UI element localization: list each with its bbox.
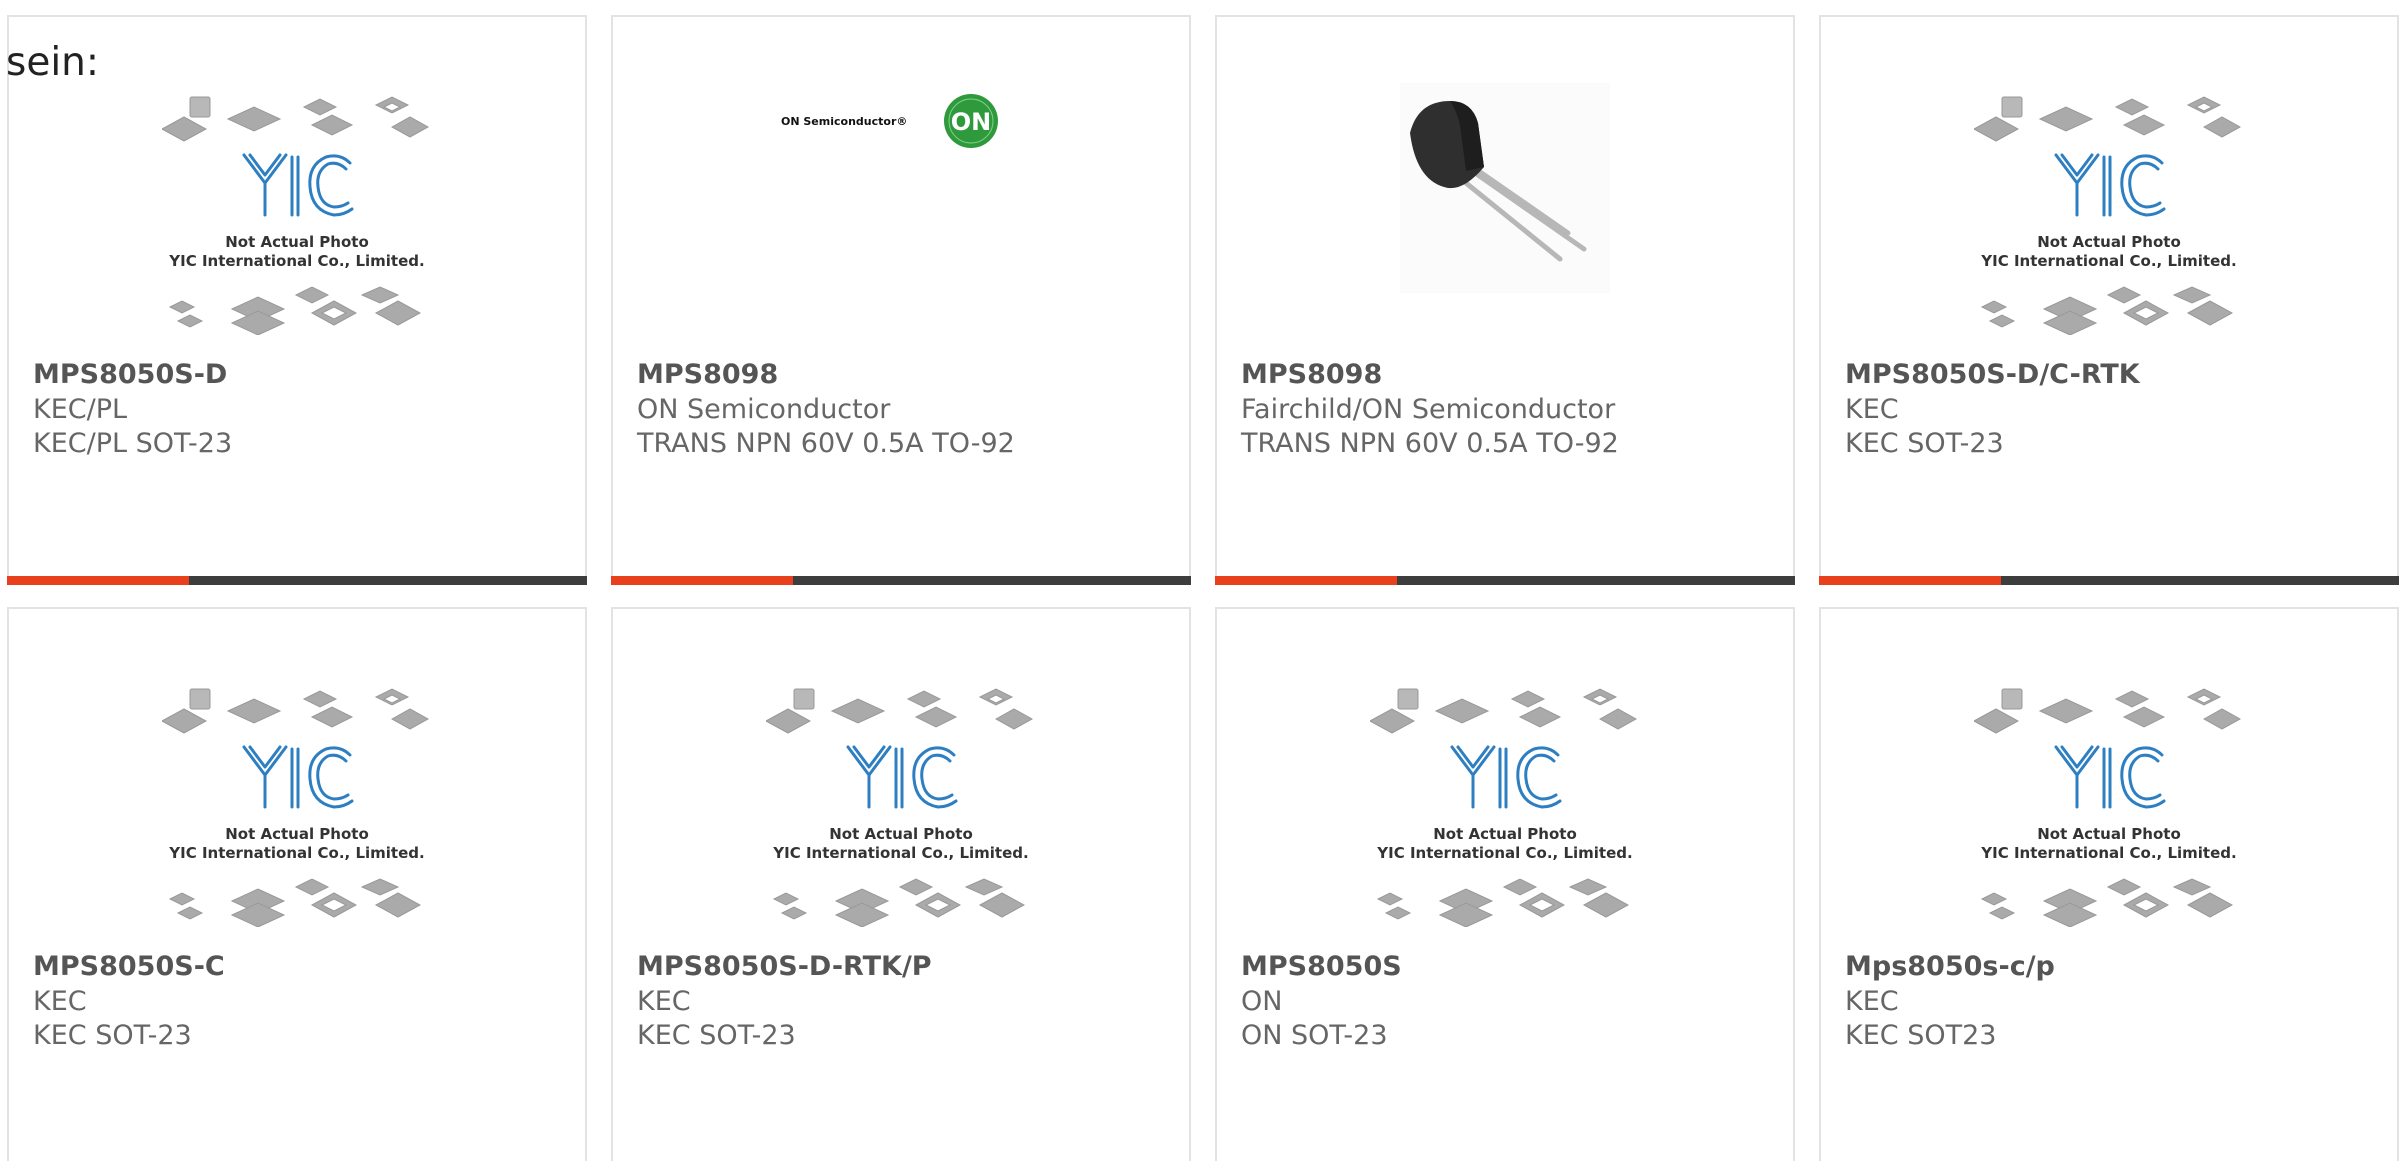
product-description: TRANS NPN 60V 0.5A TO-92 xyxy=(637,428,1015,459)
yic-placeholder-icon: Not Actual PhotoYIC International Co., L… xyxy=(162,96,430,335)
card-hover-bar-accent xyxy=(611,576,793,585)
product-part-number[interactable]: MPS8050S-D xyxy=(33,359,227,390)
product-part-number[interactable]: MPS8050S-C xyxy=(33,951,225,982)
placeholder-caption-line1: Not Actual Photo xyxy=(2037,825,2181,843)
product-description: KEC SOT-23 xyxy=(33,1020,192,1051)
placeholder-caption-line1: Not Actual Photo xyxy=(829,825,973,843)
product-manufacturer: ON xyxy=(1241,986,1283,1017)
placeholder-caption-line2: YIC International Co., Limited. xyxy=(1980,844,2236,862)
placeholder-caption-line2: YIC International Co., Limited. xyxy=(1376,844,1632,862)
product-image[interactable]: Not Actual Photo YIC International Co., L… xyxy=(1821,687,2397,955)
product-image[interactable]: Not Actual Photo YIC International Co., L… xyxy=(1821,95,2397,363)
placeholder-caption-line1: Not Actual Photo xyxy=(1433,825,1577,843)
to92-transistor-icon xyxy=(1400,83,1610,293)
product-image[interactable]: Not Actual Photo YIC International Co., L… xyxy=(9,687,585,955)
product-manufacturer: KEC xyxy=(1845,394,1899,425)
placeholder-caption-line1: Not Actual Photo xyxy=(225,233,369,251)
svg-text:ON Semiconductor®: ON Semiconductor® xyxy=(781,115,907,128)
product-description: KEC SOT-23 xyxy=(1845,428,2004,459)
product-manufacturer: KEC xyxy=(637,986,691,1017)
product-part-number[interactable]: Mps8050s-c/p xyxy=(1845,951,2055,982)
product-description: KEC SOT23 xyxy=(1845,1020,1997,1051)
product-image[interactable]: Not Actual Photo YIC International Co., L… xyxy=(613,687,1189,955)
product-image[interactable]: Not Actual Photo YIC International Co., L… xyxy=(1217,687,1793,955)
product-card-4[interactable]: Not Actual Photo YIC International Co., L… xyxy=(1819,15,2399,585)
card-hover-bar-accent xyxy=(1215,576,1397,585)
svg-text:ON: ON xyxy=(951,108,992,136)
product-grid: Not Actual Photo YIC International Co., L… xyxy=(7,15,2400,1161)
yic-placeholder-icon: Not Actual PhotoYIC International Co., L… xyxy=(1974,688,2242,927)
card-hover-bar xyxy=(1819,576,2399,585)
product-part-number[interactable]: MPS8098 xyxy=(1241,359,1382,390)
placeholder-caption-line2: YIC International Co., Limited. xyxy=(1980,252,2236,270)
product-card-2[interactable]: ON Semiconductor® ON MPS8098 ON Semicondu… xyxy=(611,15,1191,585)
product-part-number[interactable]: MPS8050S-D-RTK/P xyxy=(637,951,932,982)
card-hover-bar-accent xyxy=(7,576,189,585)
product-listing-page: sein: Not Actual Photo YIC International… xyxy=(0,0,2400,1161)
on-semiconductor-logo-icon: ON Semiconductor® ON xyxy=(781,94,998,148)
product-description: TRANS NPN 60V 0.5A TO-92 xyxy=(1241,428,1619,459)
placeholder-caption-line1: Not Actual Photo xyxy=(2037,233,2181,251)
product-card-1[interactable]: Not Actual Photo YIC International Co., L… xyxy=(7,15,587,585)
product-part-number[interactable]: MPS8050S xyxy=(1241,951,1402,982)
placeholder-caption-line2: YIC International Co., Limited. xyxy=(168,252,424,270)
intro-text: sein: xyxy=(6,40,100,85)
placeholder-caption-line1: Not Actual Photo xyxy=(225,825,369,843)
product-description: KEC/PL SOT-23 xyxy=(33,428,233,459)
product-description: ON SOT-23 xyxy=(1241,1020,1388,1051)
placeholder-caption-line2: YIC International Co., Limited. xyxy=(168,844,424,862)
product-manufacturer: KEC xyxy=(1845,986,1899,1017)
product-card-3[interactable]: MPS8098 Fairchild/ON Semiconductor TRANS N… xyxy=(1215,15,1795,585)
product-manufacturer: KEC xyxy=(33,986,87,1017)
product-card-5[interactable]: Not Actual Photo YIC International Co., L… xyxy=(7,607,587,1161)
yic-placeholder-icon: Not Actual PhotoYIC International Co., L… xyxy=(1974,96,2242,335)
card-hover-bar xyxy=(611,576,1191,585)
product-manufacturer: KEC/PL xyxy=(33,394,128,425)
yic-placeholder-icon: Not Actual PhotoYIC International Co., L… xyxy=(1370,688,1638,927)
product-part-number[interactable]: MPS8050S-D/C-RTK xyxy=(1845,359,2140,390)
product-card-8[interactable]: Not Actual Photo YIC International Co., L… xyxy=(1819,607,2399,1161)
product-image[interactable]: ON Semiconductor® ON xyxy=(613,81,1189,349)
product-image[interactable]: Not Actual Photo YIC International Co., L… xyxy=(9,95,585,363)
product-card-6[interactable]: Not Actual Photo YIC International Co., L… xyxy=(611,607,1191,1161)
product-manufacturer: ON Semiconductor xyxy=(637,394,891,425)
yic-placeholder-icon: Not Actual PhotoYIC International Co., L… xyxy=(162,688,430,927)
card-hover-bar xyxy=(1215,576,1795,585)
yic-placeholder-icon: Not Actual PhotoYIC International Co., L… xyxy=(766,688,1034,927)
product-manufacturer: Fairchild/ON Semiconductor xyxy=(1241,394,1616,425)
product-part-number[interactable]: MPS8098 xyxy=(637,359,778,390)
card-hover-bar xyxy=(7,576,587,585)
card-hover-bar-accent xyxy=(1819,576,2001,585)
product-description: KEC SOT-23 xyxy=(637,1020,796,1051)
product-card-7[interactable]: Not Actual Photo YIC International Co., L… xyxy=(1215,607,1795,1161)
placeholder-caption-line2: YIC International Co., Limited. xyxy=(772,844,1028,862)
product-image[interactable] xyxy=(1217,83,1793,351)
